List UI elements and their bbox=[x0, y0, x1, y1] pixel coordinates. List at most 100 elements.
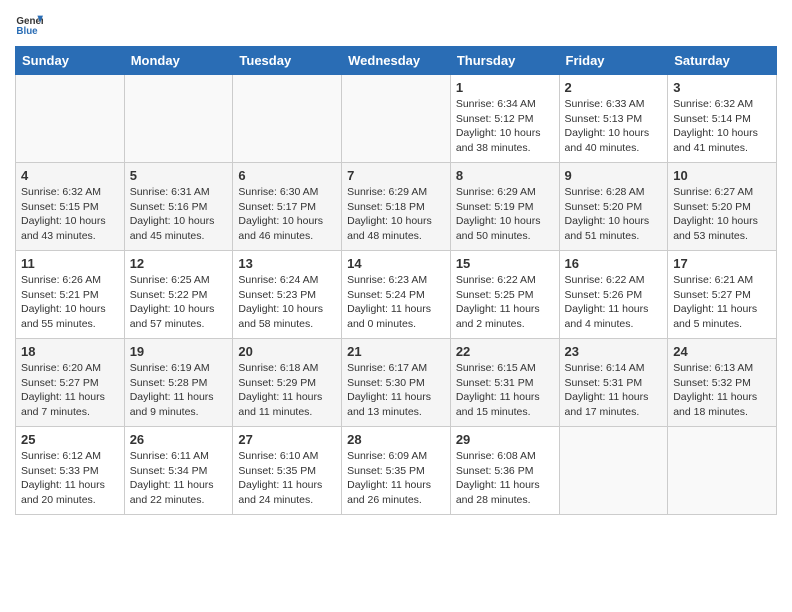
week-row-4: 18 Sunrise: 6:20 AMSunset: 5:27 PMDayligh… bbox=[16, 339, 777, 427]
calendar-cell: 19 Sunrise: 6:19 AMSunset: 5:28 PMDayligh… bbox=[124, 339, 233, 427]
day-number: 3 bbox=[673, 80, 771, 95]
calendar-cell: 12Sunrise: 6:25 AMSunset: 5:22 PMDayligh… bbox=[124, 251, 233, 339]
calendar-cell: 17 Sunrise: 6:21 AMSunset: 5:27 PMDayligh… bbox=[668, 251, 777, 339]
day-number: 26 bbox=[130, 432, 228, 447]
day-info: Sunrise: 6:26 AMSunset: 5:21 PMDaylight:… bbox=[21, 273, 119, 332]
day-number: 17 bbox=[673, 256, 771, 271]
day-number: 27 bbox=[238, 432, 336, 447]
day-number: 22 bbox=[456, 344, 554, 359]
day-info: Sunrise: 6:30 AMSunset: 5:17 PMDaylight:… bbox=[238, 185, 336, 244]
weekday-header-wednesday: Wednesday bbox=[342, 47, 451, 75]
calendar-cell: 16Sunrise: 6:22 AMSunset: 5:26 PMDayligh… bbox=[559, 251, 668, 339]
calendar-cell: 18 Sunrise: 6:20 AMSunset: 5:27 PMDayligh… bbox=[16, 339, 125, 427]
calendar-cell: 10 Sunrise: 6:27 AMSunset: 5:20 PMDayligh… bbox=[668, 163, 777, 251]
day-info: Sunrise: 6:32 AMSunset: 5:15 PMDaylight:… bbox=[21, 185, 119, 244]
day-info: Sunrise: 6:31 AMSunset: 5:16 PMDaylight:… bbox=[130, 185, 228, 244]
calendar-table: SundayMondayTuesdayWednesdayThursdayFrid… bbox=[15, 46, 777, 515]
day-info: Sunrise: 6:29 AMSunset: 5:19 PMDaylight:… bbox=[456, 185, 554, 244]
weekday-header-tuesday: Tuesday bbox=[233, 47, 342, 75]
calendar-cell bbox=[233, 75, 342, 163]
calendar-cell: 9Sunrise: 6:28 AMSunset: 5:20 PMDaylight… bbox=[559, 163, 668, 251]
day-info: Sunrise: 6:25 AMSunset: 5:22 PMDaylight:… bbox=[130, 273, 228, 332]
day-info: Sunrise: 6:17 AMSunset: 5:30 PMDaylight:… bbox=[347, 361, 445, 420]
day-number: 4 bbox=[21, 168, 119, 183]
day-number: 11 bbox=[21, 256, 119, 271]
calendar-cell: 25 Sunrise: 6:12 AMSunset: 5:33 PMDayligh… bbox=[16, 427, 125, 515]
week-row-3: 11 Sunrise: 6:26 AMSunset: 5:21 PMDayligh… bbox=[16, 251, 777, 339]
day-number: 20 bbox=[238, 344, 336, 359]
weekday-header-friday: Friday bbox=[559, 47, 668, 75]
day-info: Sunrise: 6:29 AMSunset: 5:18 PMDaylight:… bbox=[347, 185, 445, 244]
day-number: 18 bbox=[21, 344, 119, 359]
day-number: 28 bbox=[347, 432, 445, 447]
day-number: 6 bbox=[238, 168, 336, 183]
day-number: 19 bbox=[130, 344, 228, 359]
day-info: Sunrise: 6:22 AMSunset: 5:25 PMDaylight:… bbox=[456, 273, 554, 332]
day-number: 16 bbox=[565, 256, 663, 271]
day-info: Sunrise: 6:28 AMSunset: 5:20 PMDaylight:… bbox=[565, 185, 663, 244]
day-info: Sunrise: 6:32 AMSunset: 5:14 PMDaylight:… bbox=[673, 97, 771, 156]
day-number: 24 bbox=[673, 344, 771, 359]
weekday-header-sunday: Sunday bbox=[16, 47, 125, 75]
day-number: 10 bbox=[673, 168, 771, 183]
day-info: Sunrise: 6:20 AMSunset: 5:27 PMDaylight:… bbox=[21, 361, 119, 420]
day-info: Sunrise: 6:18 AMSunset: 5:29 PMDaylight:… bbox=[238, 361, 336, 420]
day-number: 8 bbox=[456, 168, 554, 183]
day-number: 14 bbox=[347, 256, 445, 271]
svg-text:Blue: Blue bbox=[16, 26, 38, 37]
week-row-2: 4 Sunrise: 6:32 AMSunset: 5:15 PMDaylight… bbox=[16, 163, 777, 251]
calendar-cell: 24Sunrise: 6:13 AMSunset: 5:32 PMDayligh… bbox=[668, 339, 777, 427]
calendar-cell: 27Sunrise: 6:10 AMSunset: 5:35 PMDayligh… bbox=[233, 427, 342, 515]
day-number: 1 bbox=[456, 80, 554, 95]
calendar-cell: 28 Sunrise: 6:09 AMSunset: 5:35 PMDayligh… bbox=[342, 427, 451, 515]
day-number: 29 bbox=[456, 432, 554, 447]
calendar-cell: 13 Sunrise: 6:24 AMSunset: 5:23 PMDayligh… bbox=[233, 251, 342, 339]
day-number: 15 bbox=[456, 256, 554, 271]
day-number: 21 bbox=[347, 344, 445, 359]
logo-icon: General Blue bbox=[15, 10, 43, 38]
calendar-cell bbox=[342, 75, 451, 163]
calendar-cell: 22 Sunrise: 6:15 AMSunset: 5:31 PMDayligh… bbox=[450, 339, 559, 427]
day-number: 5 bbox=[130, 168, 228, 183]
calendar-cell: 21 Sunrise: 6:17 AMSunset: 5:30 PMDayligh… bbox=[342, 339, 451, 427]
calendar-cell: 8 Sunrise: 6:29 AMSunset: 5:19 PMDaylight… bbox=[450, 163, 559, 251]
day-info: Sunrise: 6:14 AMSunset: 5:31 PMDaylight:… bbox=[565, 361, 663, 420]
page-header: General Blue bbox=[15, 10, 777, 38]
calendar-cell: 26 Sunrise: 6:11 AMSunset: 5:34 PMDayligh… bbox=[124, 427, 233, 515]
day-info: Sunrise: 6:21 AMSunset: 5:27 PMDaylight:… bbox=[673, 273, 771, 332]
calendar-cell bbox=[559, 427, 668, 515]
calendar-cell: 4 Sunrise: 6:32 AMSunset: 5:15 PMDaylight… bbox=[16, 163, 125, 251]
calendar-cell: 20 Sunrise: 6:18 AMSunset: 5:29 PMDayligh… bbox=[233, 339, 342, 427]
weekday-header-monday: Monday bbox=[124, 47, 233, 75]
calendar-cell: 1Sunrise: 6:34 AMSunset: 5:12 PMDaylight… bbox=[450, 75, 559, 163]
calendar-cell bbox=[668, 427, 777, 515]
day-number: 2 bbox=[565, 80, 663, 95]
day-info: Sunrise: 6:24 AMSunset: 5:23 PMDaylight:… bbox=[238, 273, 336, 332]
calendar-cell: 23Sunrise: 6:14 AMSunset: 5:31 PMDayligh… bbox=[559, 339, 668, 427]
calendar-cell: 3 Sunrise: 6:32 AMSunset: 5:14 PMDaylight… bbox=[668, 75, 777, 163]
calendar-cell: 15 Sunrise: 6:22 AMSunset: 5:25 PMDayligh… bbox=[450, 251, 559, 339]
calendar-cell bbox=[124, 75, 233, 163]
calendar-cell bbox=[16, 75, 125, 163]
day-info: Sunrise: 6:09 AMSunset: 5:35 PMDaylight:… bbox=[347, 449, 445, 508]
weekday-header-row: SundayMondayTuesdayWednesdayThursdayFrid… bbox=[16, 47, 777, 75]
calendar-cell: 7 Sunrise: 6:29 AMSunset: 5:18 PMDaylight… bbox=[342, 163, 451, 251]
day-number: 7 bbox=[347, 168, 445, 183]
day-info: Sunrise: 6:11 AMSunset: 5:34 PMDaylight:… bbox=[130, 449, 228, 508]
day-number: 25 bbox=[21, 432, 119, 447]
day-number: 13 bbox=[238, 256, 336, 271]
week-row-5: 25 Sunrise: 6:12 AMSunset: 5:33 PMDayligh… bbox=[16, 427, 777, 515]
logo: General Blue bbox=[15, 10, 47, 38]
day-info: Sunrise: 6:19 AMSunset: 5:28 PMDaylight:… bbox=[130, 361, 228, 420]
calendar-cell: 11 Sunrise: 6:26 AMSunset: 5:21 PMDayligh… bbox=[16, 251, 125, 339]
calendar-cell: 6 Sunrise: 6:30 AMSunset: 5:17 PMDaylight… bbox=[233, 163, 342, 251]
day-info: Sunrise: 6:15 AMSunset: 5:31 PMDaylight:… bbox=[456, 361, 554, 420]
calendar-cell: 14Sunrise: 6:23 AMSunset: 5:24 PMDayligh… bbox=[342, 251, 451, 339]
weekday-header-thursday: Thursday bbox=[450, 47, 559, 75]
day-info: Sunrise: 6:08 AMSunset: 5:36 PMDaylight:… bbox=[456, 449, 554, 508]
day-info: Sunrise: 6:12 AMSunset: 5:33 PMDaylight:… bbox=[21, 449, 119, 508]
week-row-1: 1Sunrise: 6:34 AMSunset: 5:12 PMDaylight… bbox=[16, 75, 777, 163]
day-info: Sunrise: 6:27 AMSunset: 5:20 PMDaylight:… bbox=[673, 185, 771, 244]
day-info: Sunrise: 6:33 AMSunset: 5:13 PMDaylight:… bbox=[565, 97, 663, 156]
calendar-cell: 5 Sunrise: 6:31 AMSunset: 5:16 PMDaylight… bbox=[124, 163, 233, 251]
